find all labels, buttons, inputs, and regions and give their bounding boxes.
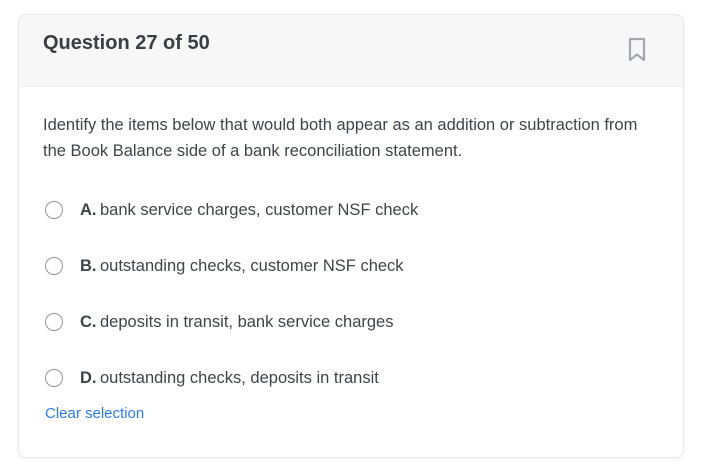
bookmark-button[interactable]: [625, 35, 651, 65]
option-letter: A.: [80, 201, 97, 219]
radio-button-c[interactable]: [45, 313, 63, 331]
question-header: Question 27 of 50: [19, 15, 683, 87]
radio-button-a[interactable]: [45, 201, 63, 219]
option-b[interactable]: B. outstanding checks, customer NSF chec…: [43, 254, 643, 282]
option-a[interactable]: A. bank service charges, customer NSF ch…: [43, 198, 643, 226]
question-title: Question 27 of 50: [43, 32, 210, 54]
clear-selection-link[interactable]: Clear selection: [45, 405, 144, 422]
option-letter: B.: [80, 257, 97, 275]
option-d[interactable]: D. outstanding checks, deposits in trans…: [43, 366, 643, 394]
option-c[interactable]: C. deposits in transit, bank service cha…: [43, 310, 643, 338]
bookmark-icon: [628, 37, 646, 62]
option-letter: D.: [80, 369, 97, 387]
question-body: Identify the items below that would both…: [43, 112, 653, 387]
option-text: outstanding checks, customer NSF check: [100, 257, 404, 275]
option-text: deposits in transit, bank service charge…: [100, 313, 394, 331]
option-text: outstanding checks, deposits in transit: [100, 369, 379, 387]
question-card: Question 27 of 50 Identify the items bel…: [18, 14, 684, 458]
option-letter: C.: [80, 313, 97, 331]
radio-button-b[interactable]: [45, 257, 63, 275]
question-text: Identify the items below that would both…: [43, 116, 638, 160]
option-text: bank service charges, customer NSF check: [100, 201, 419, 219]
radio-button-d[interactable]: [45, 369, 63, 387]
